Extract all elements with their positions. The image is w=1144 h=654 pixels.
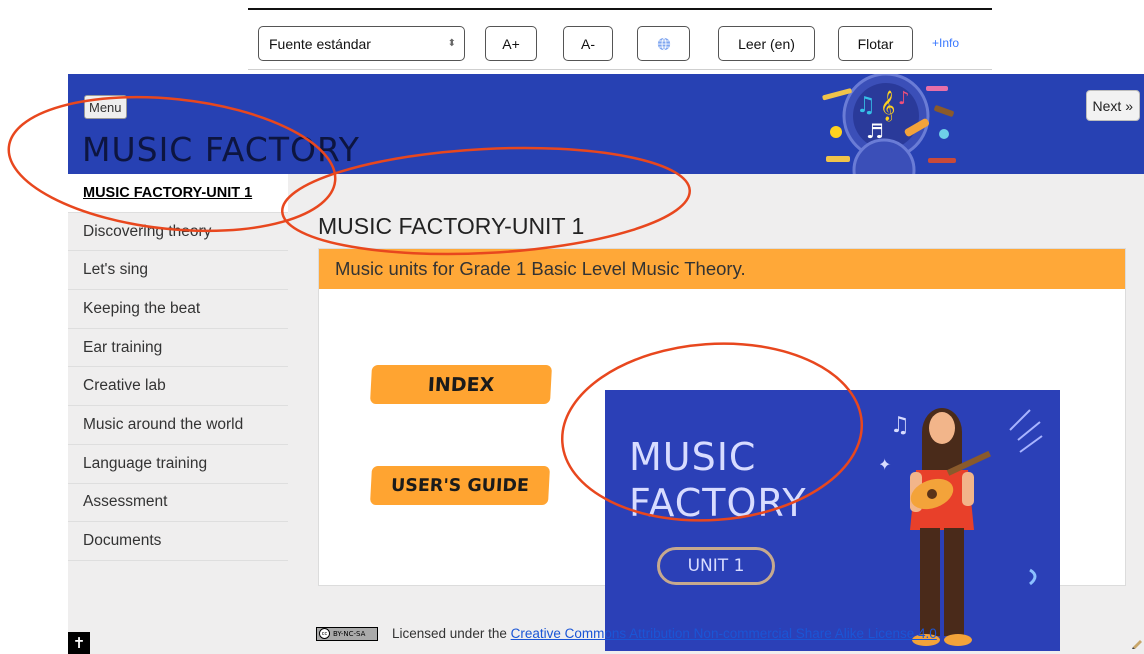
hero-title-line1: MUSIC bbox=[629, 435, 757, 479]
sidebar-item-music-factory-unit-1[interactable]: MUSIC FACTORY-UNIT 1 bbox=[68, 174, 288, 213]
music-instruments-banner-image: ♫ 𝄞 ♪ ♬ bbox=[822, 74, 956, 174]
hero-unit-label: UNIT 1 bbox=[657, 547, 775, 585]
users-guide-button[interactable]: USER'S GUIDE bbox=[369, 466, 551, 505]
sidebar-item-documents[interactable]: Documents bbox=[68, 522, 288, 561]
increase-font-button[interactable]: A+ bbox=[485, 26, 537, 61]
site-title[interactable]: MUSIC FACTORY bbox=[82, 130, 360, 169]
sidebar-item-creative-lab[interactable]: Creative lab bbox=[68, 367, 288, 407]
hero-title-line2: FACTORY bbox=[629, 481, 807, 525]
guitar-player-illustration: ♫ ✦ ✦ bbox=[880, 408, 1043, 646]
pencil-icon[interactable] bbox=[1130, 636, 1144, 650]
more-info-link[interactable]: +Info bbox=[932, 36, 959, 50]
accessibility-toolbar: Fuente estándar ⬍ A+ A- Leer (en) Flotar… bbox=[248, 8, 992, 70]
svg-text:♫: ♫ bbox=[856, 93, 876, 118]
index-button[interactable]: INDEX bbox=[369, 365, 553, 404]
menu-button[interactable]: Menu bbox=[84, 95, 127, 119]
svg-text:✦: ✦ bbox=[880, 455, 891, 474]
font-select[interactable]: Fuente estándar ⬍ bbox=[258, 26, 465, 61]
sidebar-item-keeping-the-beat[interactable]: Keeping the beat bbox=[68, 290, 288, 329]
card-header: Music units for Grade 1 Basic Level Musi… bbox=[319, 249, 1125, 289]
sidebar-item-discovering-theory[interactable]: Discovering theory bbox=[68, 213, 288, 252]
svg-text:♪: ♪ bbox=[898, 88, 910, 109]
sidebar-nav: MUSIC FACTORY-UNIT 1 Discovering theory … bbox=[68, 174, 288, 654]
svg-text:𝄞: 𝄞 bbox=[880, 90, 895, 122]
globe-icon bbox=[657, 37, 670, 50]
read-aloud-button[interactable]: Leer (en) bbox=[718, 26, 815, 61]
font-select-value: Fuente estándar bbox=[269, 35, 371, 52]
unit-cover-image: MUSIC FACTORY UNIT 1 ♫ ✦ ✦ bbox=[605, 390, 1060, 651]
main-content: MUSIC FACTORY-UNIT 1 Music units for Gra… bbox=[288, 174, 1144, 654]
decrease-font-button[interactable]: A- bbox=[563, 26, 613, 61]
site-header: Menu MUSIC FACTORY ♫ 𝄞 ♪ ♬ Next » bbox=[68, 74, 1144, 174]
license-link[interactable]: Creative Commons Attribution Non-commerc… bbox=[511, 626, 937, 641]
sidebar-item-assessment[interactable]: Assessment bbox=[68, 484, 288, 523]
sidebar-item-ear-training[interactable]: Ear training bbox=[68, 329, 288, 368]
svg-text:♫: ♫ bbox=[890, 413, 910, 438]
cc-logo-icon: cc bbox=[319, 628, 330, 639]
content-card: Music units for Grade 1 Basic Level Musi… bbox=[318, 248, 1126, 651]
license-footer: cc BY-NC-SA Licensed under the Creative … bbox=[316, 626, 937, 641]
sidebar-item-lets-sing[interactable]: Let's sing bbox=[68, 251, 288, 291]
sidebar-item-music-around-the-world[interactable]: Music around the world bbox=[68, 406, 288, 445]
cc-badge-text: BY-NC-SA bbox=[333, 629, 366, 638]
sidebar-item-language-training[interactable]: Language training bbox=[68, 445, 288, 484]
cc-license-badge-icon[interactable]: cc BY-NC-SA bbox=[316, 626, 378, 641]
hero-title: MUSIC FACTORY bbox=[629, 434, 807, 526]
license-prefix: Licensed under the bbox=[392, 626, 507, 641]
accessibility-person-icon[interactable]: ✝ bbox=[68, 632, 90, 654]
page-title: MUSIC FACTORY-UNIT 1 bbox=[318, 213, 585, 240]
chevron-updown-icon: ⬍ bbox=[447, 38, 456, 49]
translate-button[interactable] bbox=[637, 26, 690, 61]
next-page-button[interactable]: Next » bbox=[1085, 90, 1140, 121]
float-button[interactable]: Flotar bbox=[838, 26, 913, 61]
svg-text:♬: ♬ bbox=[866, 119, 884, 143]
